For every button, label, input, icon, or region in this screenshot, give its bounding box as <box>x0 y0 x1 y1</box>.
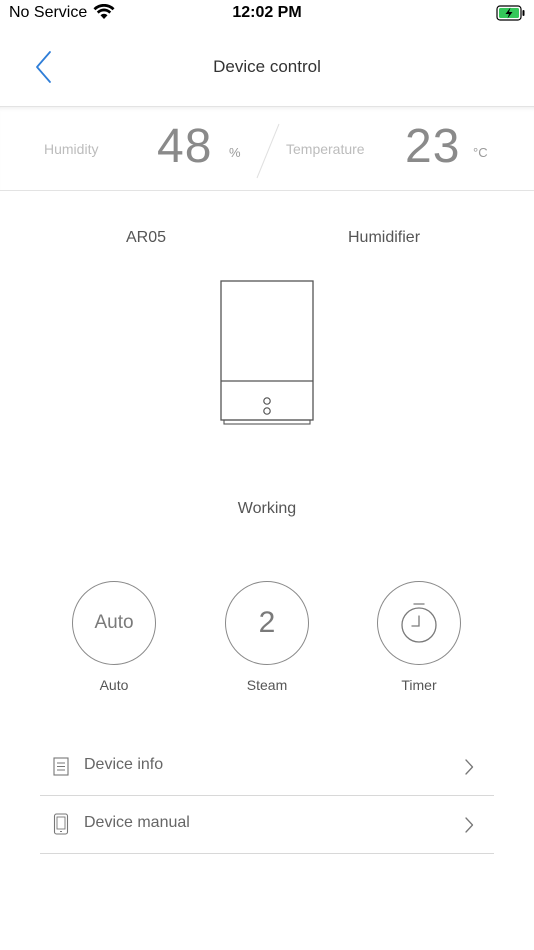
navigation-bar: Device control <box>0 28 534 106</box>
device-status: Working <box>237 500 297 517</box>
sensor-divider <box>256 123 280 179</box>
timer-label: Timer <box>401 677 437 693</box>
humidity-label: Humidity <box>44 141 99 157</box>
steam-mode-label: Steam <box>246 677 288 693</box>
device-info-row[interactable]: Device info <box>40 737 494 796</box>
humidity-value: 48 <box>157 120 213 173</box>
auto-mode-label: Auto <box>99 677 129 693</box>
phone-icon <box>53 813 69 835</box>
device-type: Humidifier <box>348 229 421 246</box>
chevron-right-icon <box>465 817 474 833</box>
auto-mode-button[interactable]: Auto <box>72 581 156 665</box>
sensor-bar: Humidity 48 % Temperature 23 °C <box>0 106 534 191</box>
document-icon <box>53 757 69 776</box>
chevron-right-icon <box>465 759 474 775</box>
timer-icon <box>401 603 437 643</box>
humidity-unit: % <box>229 145 241 160</box>
device-model: AR05 <box>126 229 167 246</box>
timer-button[interactable] <box>377 581 461 665</box>
humidifier-device-icon <box>220 280 314 425</box>
status-bar: No Service 12:02 PM <box>0 0 534 28</box>
device-info-label: Device info <box>84 756 164 773</box>
temperature-value: 23 <box>405 120 461 173</box>
device-manual-label: Device manual <box>84 814 190 831</box>
page-title: Device control <box>213 57 321 76</box>
clock: 12:02 PM <box>232 4 302 21</box>
steam-level-button[interactable]: 2 <box>225 581 309 665</box>
temperature-unit: °C <box>473 145 488 160</box>
temperature-label: Temperature <box>286 141 365 157</box>
device-manual-row[interactable]: Device manual <box>40 795 494 854</box>
battery-charging-icon <box>496 5 525 21</box>
